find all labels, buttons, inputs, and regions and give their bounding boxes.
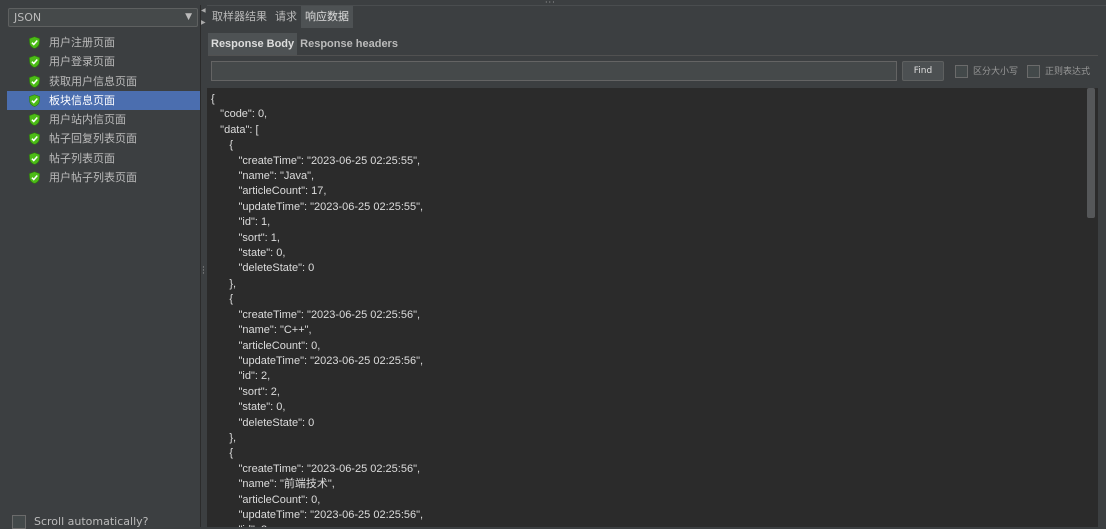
response-tabs: Response Body Response headers [208, 33, 1098, 56]
check-shield-icon [29, 55, 40, 69]
regex-label: 正则表达式 [1045, 67, 1091, 77]
case-sensitive-label: 区分大小写 [973, 67, 1019, 77]
tree-item[interactable]: 板块信息页面 [7, 90, 200, 111]
resize-grip[interactable]: ··· [545, 0, 556, 7]
check-shield-icon [29, 132, 40, 146]
tree-item-label: 帖子列表页面 [49, 151, 115, 165]
check-shield-icon [29, 152, 40, 165]
tab-response-headers[interactable]: Response headers [297, 33, 401, 55]
tab-request[interactable]: 请求 [271, 6, 301, 28]
results-tree-panel: JSON ▼ 用户注册页面 用户登录页面获取用户信息页面 板块信息页面 用户站内信页面… [0, 0, 200, 529]
tree-item[interactable]: 用户帖子列表页面 [0, 168, 200, 187]
sampler-tree: 用户注册页面 用户登录页面获取用户信息页面 板块信息页面 用户站内信页面 帖子回复列表页… [0, 33, 200, 187]
case-sensitive-option[interactable]: 区分大小写 [955, 64, 1018, 78]
find-button[interactable]: Find [902, 61, 944, 81]
search-input[interactable] [211, 61, 897, 81]
chevron-down-icon[interactable]: ▼ [185, 9, 192, 26]
tree-item[interactable]: 用户站内信页面 [0, 110, 200, 129]
vertical-scrollbar[interactable] [1087, 88, 1095, 218]
view-type-value: JSON [14, 11, 42, 24]
tree-item-label: 用户注册页面 [49, 36, 115, 49]
check-shield-icon [29, 171, 40, 184]
response-body-text: { "code": 0, "data": [ { "createTime": "… [211, 93, 424, 527]
check-shield-icon [29, 94, 40, 107]
tab-response-body[interactable]: Response Body [208, 33, 298, 55]
response-body-viewer[interactable]: { "code": 0, "data": [ { "createTime": "… [207, 88, 1098, 527]
tree-item[interactable]: 帖子回复列表页面 [0, 129, 200, 148]
tree-item-label: 获取用户信息页面 [49, 74, 137, 88]
split-pane-divider[interactable]: · · · [200, 5, 207, 527]
regex-checkbox[interactable] [1027, 65, 1040, 78]
drag-handle-icon[interactable]: · · · [202, 264, 205, 279]
check-shield-icon [29, 36, 40, 49]
tree-item-label: 用户站内信页面 [49, 113, 126, 127]
tab-sampler-result[interactable]: 取样器结果 [208, 6, 271, 28]
tree-item[interactable]: 用户注册页面 [0, 33, 200, 52]
scroll-automatically-label: Scroll automatically? [34, 515, 149, 528]
result-tabs: 取样器结果 请求 响应数据 [208, 6, 353, 30]
collapse-right-icon[interactable]: ▶ [201, 20, 206, 26]
tree-item-label: 用户登录页面 [49, 55, 115, 69]
regex-option[interactable]: 正则表达式 [1027, 64, 1090, 78]
collapse-left-icon[interactable]: ◀ [201, 8, 206, 14]
tree-item-label: 板块信息页面 [49, 93, 115, 107]
tree-item-label: 用户帖子列表页面 [49, 171, 137, 185]
tab-response-data[interactable]: 响应数据 [301, 6, 353, 28]
tree-item[interactable]: 用户登录页面 [0, 52, 200, 71]
tree-item[interactable]: 获取用户信息页面 [0, 72, 200, 91]
check-shield-icon [29, 75, 40, 88]
tree-item-label: 帖子回复列表页面 [49, 132, 137, 146]
case-sensitive-checkbox[interactable] [955, 65, 968, 78]
check-shield-icon [29, 113, 40, 126]
tree-item[interactable]: 帖子列表页面 [0, 149, 200, 168]
view-type-select[interactable]: JSON ▼ [8, 8, 198, 27]
